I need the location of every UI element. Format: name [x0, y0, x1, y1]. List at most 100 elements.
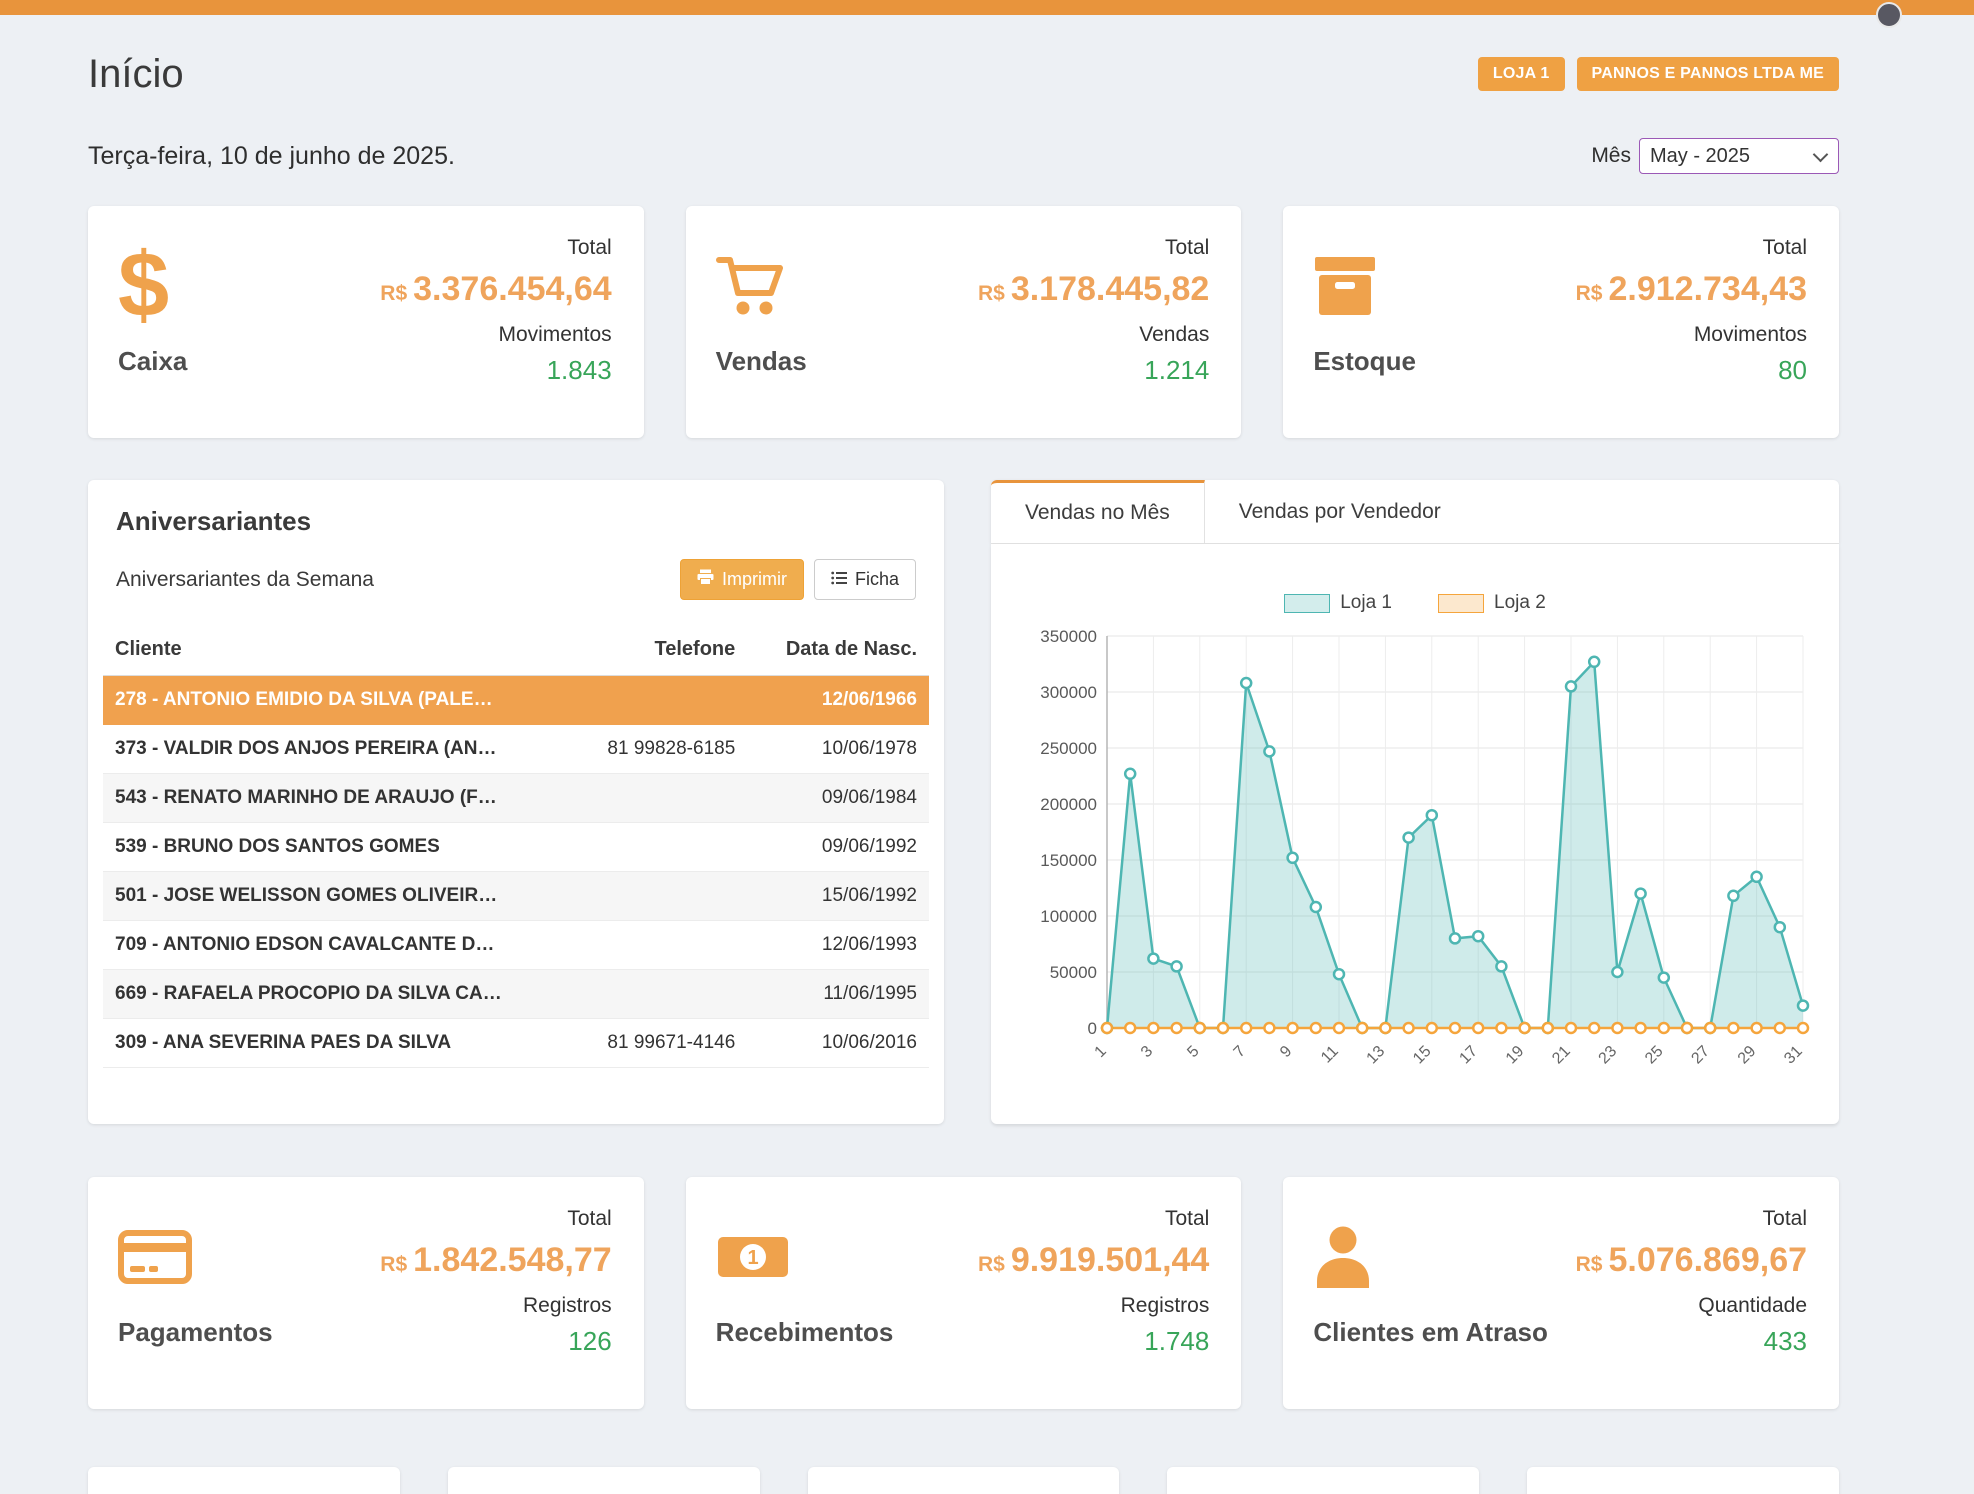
legend-label: Loja 1 [1340, 592, 1392, 614]
svg-text:7: 7 [1231, 1043, 1249, 1061]
person-icon [1313, 1207, 1373, 1307]
cart-icon [716, 236, 784, 336]
tab-vendas-no-mes[interactable]: Vendas no Mês [991, 480, 1205, 543]
svg-text:50000: 50000 [1050, 963, 1097, 982]
legend-item-loja-1[interactable]: Loja 1 [1284, 592, 1392, 614]
stat-card-title: Pagamentos [118, 1317, 273, 1348]
total-value: R$ 3.376.454,64 [380, 270, 611, 309]
client-birthdate: 10/06/1978 [747, 725, 929, 774]
currency-symbol: R$ [1576, 282, 1603, 305]
chart-legend: Loja 1 Loja 2 [1015, 592, 1815, 614]
total-amount: 9.919.501,44 [1011, 1241, 1210, 1279]
store-badge[interactable]: LOJA 1 [1478, 57, 1565, 91]
user-avatar-icon[interactable] [1876, 2, 1902, 28]
birthday-row[interactable]: 539 - BRUNO DOS SANTOS GOMES 09/06/1992 [103, 823, 929, 872]
count-value: 80 [1576, 355, 1807, 386]
total-value: R$5.076.869,67 [1576, 1241, 1807, 1280]
stat-cards-bottom-row: Pagamentos Total R$1.842.548,77 Registro… [88, 1177, 1839, 1409]
birthday-row[interactable]: 669 - RAFAELA PROCOPIO DA SILVA CA… 11/0… [103, 970, 929, 1019]
total-label: Total [1576, 1207, 1807, 1231]
svg-text:100000: 100000 [1040, 907, 1097, 926]
svg-text:25: 25 [1642, 1043, 1667, 1068]
svg-text:29: 29 [1735, 1043, 1760, 1068]
total-amount: 3.376.454,64 [413, 270, 612, 308]
month-label: Mês [1591, 144, 1631, 168]
client-birthdate: 15/06/1992 [747, 872, 929, 921]
date-row: Terça-feira, 10 de junho de 2025. Mês Ma… [88, 138, 1839, 174]
client-name: 309 - ANA SEVERINA PAES DA SILVA [103, 1019, 566, 1068]
mini-card-produtos[interactable]: Produtos [448, 1467, 760, 1494]
svg-text:23: 23 [1596, 1043, 1621, 1068]
total-amount: 1.842.548,77 [413, 1241, 612, 1279]
birthday-row[interactable]: 709 - ANTONIO EDSON CAVALCANTE D… 12/06/… [103, 921, 929, 970]
client-phone [566, 872, 748, 921]
legend-label: Loja 2 [1494, 592, 1546, 614]
currency-symbol: R$ [1576, 1253, 1603, 1276]
client-name: 539 - BRUNO DOS SANTOS GOMES [103, 823, 566, 872]
total-label: Total [1576, 236, 1807, 260]
box-icon [1313, 236, 1377, 336]
total-value: R$3.178.445,82 [978, 270, 1209, 309]
total-label: Total [978, 236, 1209, 260]
company-badge[interactable]: PANNOS E PANNOS LTDA ME [1577, 57, 1839, 91]
client-birthdate: 09/06/1984 [747, 774, 929, 823]
svg-text:9: 9 [1277, 1043, 1295, 1061]
count-label: Quantidade [1576, 1294, 1807, 1318]
birthday-row[interactable]: 309 - ANA SEVERINA PAES DA SILVA 81 9967… [103, 1019, 929, 1068]
legend-swatch [1284, 594, 1330, 613]
credit-card-icon [118, 1207, 192, 1307]
svg-text:3: 3 [1138, 1043, 1156, 1061]
client-name: 373 - VALDIR DOS ANJOS PEREIRA (AN… [103, 725, 566, 774]
client-name: 709 - ANTONIO EDSON CAVALCANTE D… [103, 921, 566, 970]
currency-symbol: R$ [380, 282, 407, 305]
client-phone: 81 99671-4146 [566, 1019, 748, 1068]
birthday-row[interactable]: 373 - VALDIR DOS ANJOS PEREIRA (AN… 81 9… [103, 725, 929, 774]
legend-item-loja-2[interactable]: Loja 2 [1438, 592, 1546, 614]
mini-card-usuarios[interactable]: Usuários [1167, 1467, 1479, 1494]
month-select[interactable]: May - 2025 [1639, 138, 1839, 174]
sales-area-chart[interactable]: 0500001000001500002000002500003000003500… [1015, 620, 1815, 1090]
birthday-row[interactable]: 501 - JOSE WELISSON GOMES OLIVEIR… 15/06… [103, 872, 929, 921]
column-header-cliente: Cliente [103, 626, 566, 676]
birthdays-subtitle: Aniversariantes da Semana [116, 568, 374, 592]
mini-card-fornecedores[interactable]: Fornecedores [808, 1467, 1120, 1494]
svg-text:27: 27 [1688, 1043, 1713, 1068]
client-phone [566, 970, 748, 1019]
ficha-button[interactable]: Ficha [814, 559, 916, 600]
svg-text:150000: 150000 [1040, 851, 1097, 870]
currency-symbol: R$ [978, 1253, 1005, 1276]
currency-symbol: R$ [380, 1253, 407, 1276]
page-header: Início LOJA 1 PANNOS E PANNOS LTDA ME [88, 50, 1839, 98]
month-filter: Mês May - 2025 [1591, 138, 1839, 174]
currency-symbol: R$ [978, 282, 1005, 305]
mini-card-clientes[interactable]: Clientes [88, 1467, 400, 1494]
client-phone [566, 774, 748, 823]
total-amount: 5.076.869,67 [1608, 1241, 1807, 1279]
sales-chart-panel: Vendas no Mês Vendas por Vendedor Loja 1… [991, 480, 1839, 1124]
birthday-row[interactable]: 278 - ANTONIO EMIDIO DA SILVA (PALE… 12/… [103, 676, 929, 725]
tab-vendas-por-vendedor[interactable]: Vendas por Vendedor [1205, 480, 1475, 543]
svg-text:13: 13 [1364, 1043, 1389, 1068]
print-button[interactable]: Imprimir [680, 559, 804, 600]
stat-card-pagamentos[interactable]: Pagamentos Total R$1.842.548,77 Registro… [88, 1177, 644, 1409]
printer-icon [697, 569, 714, 590]
stat-card-clientes-em-atraso[interactable]: Clientes em Atraso Total R$5.076.869,67 … [1283, 1177, 1839, 1409]
stat-card-vendas[interactable]: Vendas Total R$3.178.445,82 Vendas 1.214 [686, 206, 1242, 438]
stat-card-caixa[interactable]: $ Caixa Total R$3.376.454,64 Movimentos … [88, 206, 644, 438]
stat-card-estoque[interactable]: Estoque Total R$2.912.734,43 Movimentos … [1283, 206, 1839, 438]
count-value: 433 [1576, 1326, 1807, 1357]
legend-swatch [1438, 594, 1484, 613]
month-select-wrap: May - 2025 [1639, 138, 1839, 174]
stat-card-title: Estoque [1313, 346, 1416, 377]
client-phone: 81 99828-6185 [566, 725, 748, 774]
mini-card-vendedores[interactable]: Vendedores [1527, 1467, 1839, 1494]
svg-text:15: 15 [1410, 1043, 1435, 1068]
stat-card-recebimentos[interactable]: 1 Recebimentos Total R$9.919.501,44 Regi… [686, 1177, 1242, 1409]
top-navbar [0, 0, 1974, 15]
banknote-icon: 1 [716, 1207, 790, 1307]
ficha-button-label: Ficha [855, 569, 899, 590]
birthday-row[interactable]: 543 - RENATO MARINHO DE ARAUJO (F… 09/06… [103, 774, 929, 823]
client-birthdate: 09/06/1992 [747, 823, 929, 872]
chart-card: Loja 1Loja 2 050000100000150000200000250… [991, 544, 1839, 1124]
count-value: 126 [380, 1326, 611, 1357]
